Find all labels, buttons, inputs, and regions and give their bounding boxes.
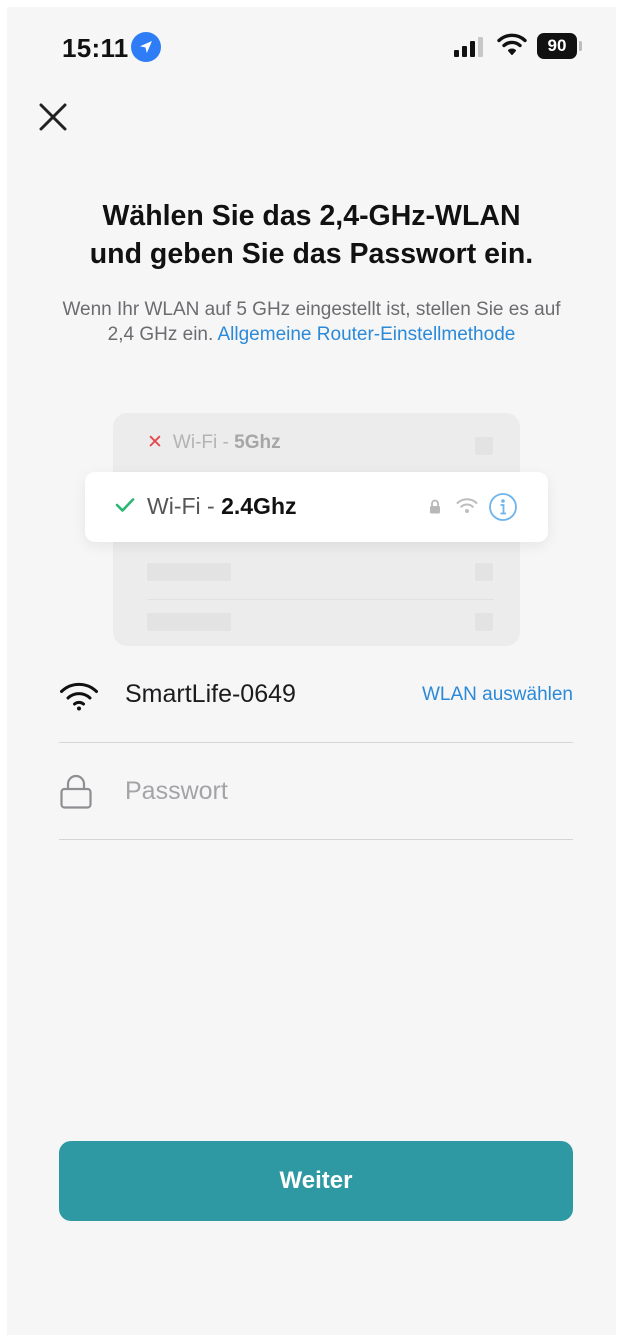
row-24ghz-label: Wi-Fi - 2.4Ghz: [147, 493, 297, 520]
router-settings-link[interactable]: Allgemeine Router-Einstellmethode: [218, 324, 516, 345]
wifi-icon: [60, 682, 98, 711]
row-5ghz-prefix: Wi-Fi -: [172, 432, 235, 453]
ssid-divider: [59, 742, 573, 743]
battery-tip: [579, 41, 582, 51]
password-input[interactable]: [125, 771, 565, 811]
next-button[interactable]: Weiter: [59, 1141, 573, 1221]
row-24ghz-prefix: Wi-Fi -: [147, 493, 222, 519]
illustration-placeholder-bar: [147, 613, 231, 631]
password-divider: [59, 839, 573, 840]
wifi-setup-screen: 15:11 90 Wählen Sie das 2,4-GHz-WLAN und…: [7, 7, 616, 1335]
check-icon: [115, 498, 135, 512]
wifi-signal-icon: [456, 498, 478, 513]
illustration-placeholder-box: [475, 437, 493, 455]
page-subtitle: Wenn Ihr WLAN auf 5 GHz eingestellt ist,…: [57, 297, 566, 347]
illustration-divider: [147, 599, 494, 600]
password-row: [59, 757, 573, 827]
lock-icon: [430, 499, 440, 514]
wifi-status-icon: [497, 33, 527, 55]
info-icon: [489, 493, 517, 521]
battery-indicator: 90: [537, 33, 577, 59]
illustration-row-24ghz: Wi-Fi - 2.4Ghz: [85, 472, 548, 542]
cross-icon: ✕: [147, 432, 163, 453]
close-icon[interactable]: [35, 99, 71, 135]
cellular-signal-icon: [454, 37, 483, 57]
title-line-2: und geben Sie das Passwort ein.: [89, 238, 534, 270]
wifi-network-row: SmartLife-0649 WLAN auswählen: [59, 662, 573, 732]
page-title: Wählen Sie das 2,4-GHz-WLAN und geben Si…: [27, 197, 596, 273]
row-5ghz-band: 5Ghz: [234, 432, 281, 453]
status-time: 15:11: [62, 33, 129, 63]
select-wlan-button[interactable]: WLAN auswählen: [422, 684, 573, 706]
lock-icon: [60, 774, 92, 809]
row-24ghz-band: 2.4Ghz: [221, 493, 297, 519]
title-line-1: Wählen Sie das 2,4-GHz-WLAN: [102, 200, 521, 232]
status-bar: 15:11 90: [7, 7, 616, 87]
wifi-ssid: SmartLife-0649: [125, 680, 296, 708]
illustration-placeholder-box: [475, 563, 493, 581]
illustration-row-5ghz: ✕ Wi-Fi - 5Ghz: [147, 431, 281, 454]
illustration-placeholder-box: [475, 613, 493, 631]
location-arrow-icon: [131, 32, 161, 62]
illustration-placeholder-bar: [147, 563, 231, 581]
